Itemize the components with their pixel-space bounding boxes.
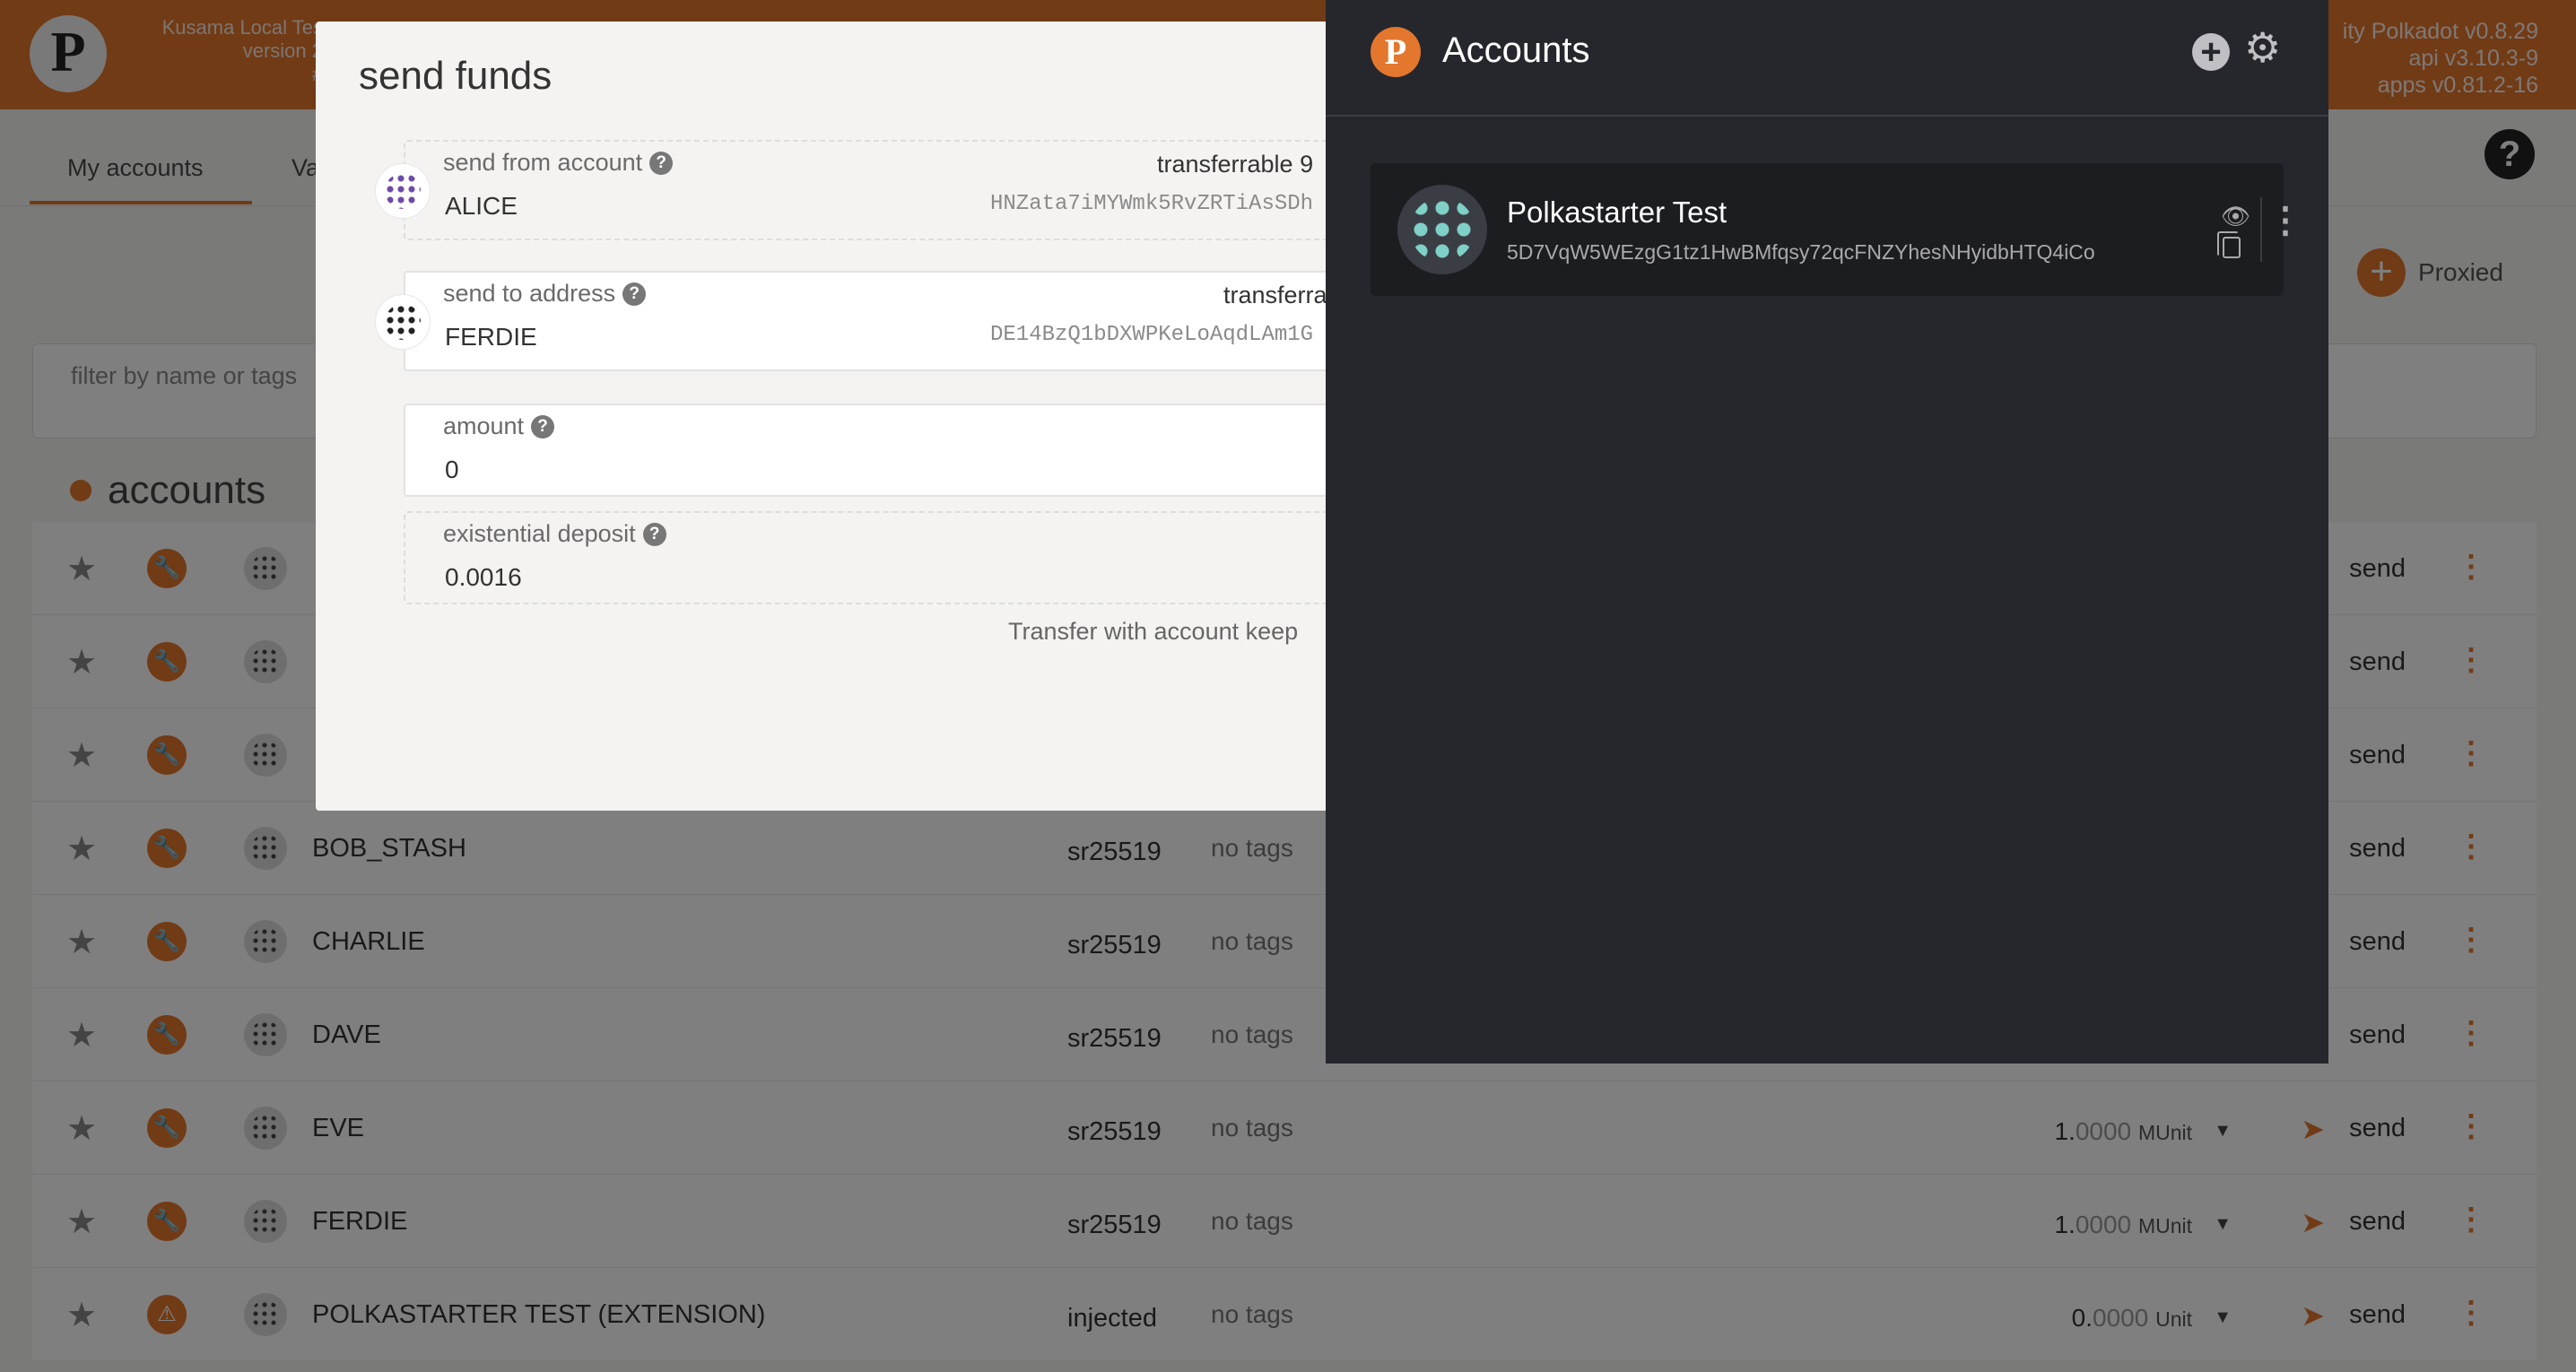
alice-identicon-icon (375, 163, 431, 219)
copy-icon[interactable] (2217, 231, 2241, 258)
deposit-label: existential deposit (443, 520, 636, 547)
modal-title: send funds (359, 54, 553, 98)
add-account-icon[interactable]: + (2192, 33, 2230, 71)
help-icon[interactable]: ? (642, 522, 666, 546)
keep-alive-note: Transfer with account keep (1008, 618, 1299, 645)
account-menu-icon[interactable]: ⋮ (2267, 203, 2303, 239)
divider (2260, 197, 2262, 262)
help-icon[interactable]: ? (531, 414, 555, 439)
gear-icon[interactable]: ⚙ (2244, 27, 2281, 68)
help-icon[interactable]: ? (622, 282, 647, 306)
deposit-value: 0.0016 (445, 563, 522, 591)
amount-label: amount (443, 412, 525, 439)
extension-header: P Accounts + ⚙ (1326, 0, 2328, 117)
send-to-label: send to address (443, 280, 616, 307)
transferrable-label: transferrable 9 (1157, 151, 1314, 178)
send-to-address: DE14BzQ1bDXWPKeLoAqdLAm1G (990, 323, 1314, 347)
account-name: Polkastarter Test (1507, 195, 1727, 229)
help-icon[interactable]: ? (649, 151, 674, 175)
send-from-value: ALICE (445, 192, 518, 220)
extension-title: Accounts (1442, 30, 1590, 70)
send-from-address: HNZata7iMYWmk5RvZRTiAsSDh (990, 192, 1314, 216)
ferdie-identicon-icon (375, 294, 431, 350)
eye-icon[interactable]: 👁 (2221, 203, 2250, 230)
send-to-value: FERDIE (445, 323, 537, 351)
account-address: 5D7VqW5WEzgG1tz1HwBMfqsy72qcFNZYhesNHyid… (1507, 240, 2095, 264)
transferrable-label: transferra (1223, 282, 1327, 308)
extension-popup: P Accounts + ⚙ Polkastarter Test 5D7VqW5… (1326, 0, 2328, 1064)
amount-input[interactable]: 0 (445, 456, 459, 484)
send-from-label: send from account (443, 149, 643, 176)
extension-account-card[interactable]: Polkastarter Test 5D7VqW5WEzgG1tz1HwBMfq… (1371, 163, 2303, 296)
account-identicon-icon (1397, 185, 1487, 274)
polkadot-extension-logo-icon: P (1371, 27, 1421, 77)
